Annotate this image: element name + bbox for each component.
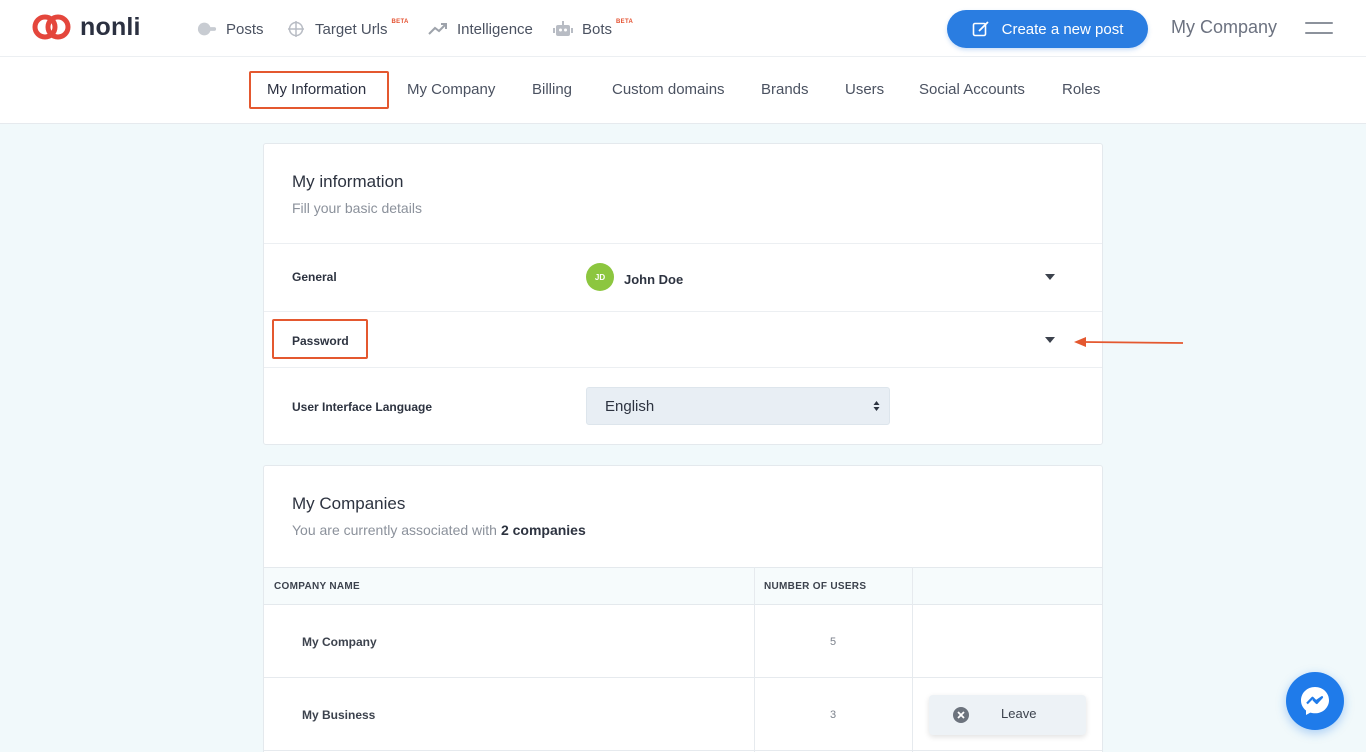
nav-bots[interactable]: Bots BETA — [553, 18, 633, 40]
nav-posts[interactable]: Posts — [197, 18, 264, 40]
company-switcher[interactable]: My Company — [1171, 17, 1277, 38]
beta-badge: BETA — [616, 19, 634, 25]
leave-button[interactable]: Leave — [929, 695, 1086, 735]
company-name-cell: My Company — [302, 635, 377, 649]
card-subtitle: You are currently associated with 2 compa… — [292, 522, 586, 538]
chevron-down-icon[interactable] — [1044, 273, 1056, 281]
my-information-card: My information Fill your basic details G… — [263, 143, 1103, 445]
card-subtitle: Fill your basic details — [292, 200, 422, 216]
posts-icon — [197, 19, 217, 39]
language-value: English — [605, 397, 655, 415]
top-navbar: nonli Posts Target Urls BETA Intelligenc… — [0, 0, 1366, 57]
nonli-logo[interactable]: nonli — [32, 13, 141, 41]
bot-icon — [553, 19, 573, 39]
tab-custom-domains[interactable]: Custom domains — [612, 81, 725, 98]
chevron-down-icon[interactable] — [1044, 336, 1056, 344]
beta-badge: BETA — [391, 19, 409, 25]
nav-target-urls[interactable]: Target Urls BETA — [286, 18, 409, 40]
select-arrows-icon — [873, 401, 880, 411]
password-label[interactable]: Password — [292, 334, 349, 348]
trend-icon — [428, 19, 448, 39]
general-label[interactable]: General — [292, 270, 337, 284]
column-header: NUMBER OF USERS — [764, 581, 867, 592]
target-icon — [286, 19, 306, 39]
divider — [264, 311, 1102, 312]
subtitle-prefix: You are currently associated with — [292, 522, 497, 538]
nav-target-urls-label: Target Urls — [315, 20, 388, 38]
messenger-chat-button[interactable] — [1286, 672, 1344, 730]
user-count-cell: 5 — [830, 636, 837, 648]
leave-label: Leave — [1001, 706, 1037, 721]
menu-icon[interactable] — [1305, 20, 1333, 36]
nav-bots-label: Bots — [582, 20, 613, 38]
companies-count: 2 companies — [500, 522, 586, 538]
table-header: COMPANY NAME NUMBER OF USERS — [264, 567, 1102, 605]
language-select[interactable]: English — [586, 387, 890, 425]
edit-icon — [972, 20, 990, 38]
table-row: My Company 5 — [264, 605, 1102, 678]
close-icon — [953, 707, 969, 723]
tab-my-company[interactable]: My Company — [407, 81, 495, 98]
nav-posts-label: Posts — [226, 20, 264, 38]
card-title: My information — [292, 172, 404, 191]
card-title: My Companies — [292, 494, 406, 513]
user-name: John Doe — [624, 272, 684, 287]
nav-intelligence-label: Intelligence — [457, 20, 533, 38]
tab-social-accounts[interactable]: Social Accounts — [919, 81, 1025, 98]
avatar: JD — [586, 263, 614, 291]
create-post-label: Create a new post — [1001, 20, 1124, 38]
divider — [264, 367, 1102, 368]
tab-brands[interactable]: Brands — [761, 81, 809, 98]
nav-intelligence[interactable]: Intelligence — [428, 18, 533, 40]
messenger-icon — [1301, 687, 1329, 715]
company-name-cell: My Business — [302, 708, 376, 722]
tab-my-information[interactable]: My Information — [267, 81, 366, 98]
column-header: COMPANY NAME — [274, 581, 361, 592]
user-count-cell: 3 — [830, 709, 837, 721]
brand-name: nonli — [80, 13, 141, 41]
tab-users[interactable]: Users — [845, 81, 884, 98]
tab-billing[interactable]: Billing — [532, 81, 572, 98]
language-label: User Interface Language — [292, 400, 433, 414]
create-post-button[interactable]: Create a new post — [947, 10, 1148, 48]
nonli-logo-icon — [32, 14, 71, 40]
settings-tabs: My Information My Company Billing Custom… — [0, 57, 1366, 124]
divider — [264, 243, 1102, 244]
tab-roles[interactable]: Roles — [1062, 81, 1100, 98]
